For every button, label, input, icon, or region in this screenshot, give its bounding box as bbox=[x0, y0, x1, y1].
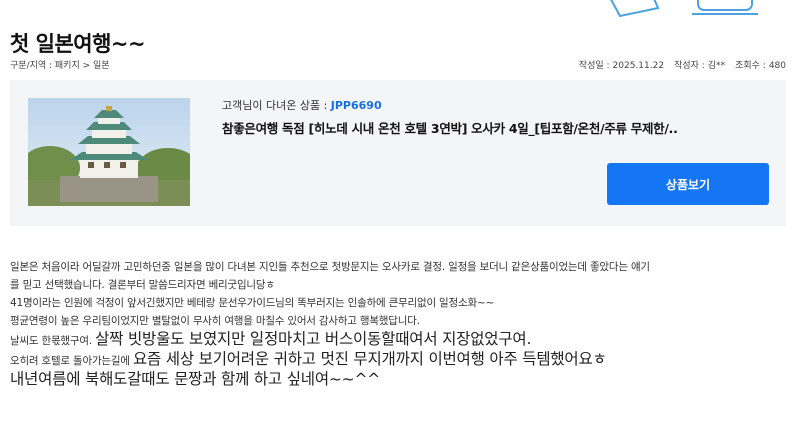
post-author: 작성자 : 김** bbox=[674, 61, 726, 71]
post-stats: 작성일 :2025.11.22 작성자 : 김** 조회수 :480 bbox=[579, 58, 786, 71]
product-thumbnail[interactable] bbox=[28, 98, 190, 206]
review-line: 일본은 처음이라 어딜갈까 고민하던중 일본을 많이 다녀본 지인들 추천으로 … bbox=[10, 261, 650, 273]
product-card: 고객님이 다녀온 상품 : JPP6690 참좋은여행 독점 [히노데 시내 온… bbox=[10, 80, 786, 226]
review-line: 내년여름에 북해도갈때도 문짱과 함께 하고 싶네여~~^^ bbox=[10, 370, 381, 388]
view-product-button[interactable]: 상품보기 bbox=[607, 163, 769, 205]
review-line: 오히려 호텔로 돌아가는길에 요즘 세상 보기어려운 귀하고 멋진 무지개까지 … bbox=[10, 350, 607, 368]
review-line: 를 믿고 선택했습니다. 결론부터 말씀드리자면 베리굿입니당ㅎ bbox=[10, 279, 275, 291]
product-code-label: 고객님이 다녀온 상품 : bbox=[222, 99, 328, 112]
product-code-line: 고객님이 다녀온 상품 : JPP6690 bbox=[222, 97, 382, 113]
post-meta: 구분/지역 : 패키지 > 일본 작성일 :2025.11.22 작성자 : 김*… bbox=[10, 58, 786, 72]
decorative-illustration bbox=[610, 0, 758, 18]
product-code: JPP6690 bbox=[330, 99, 382, 112]
castle-image bbox=[28, 98, 190, 206]
page-title: 첫 일본여행~~ bbox=[10, 32, 146, 57]
review-line: 41명이라는 인원에 걱정이 앞서긴했지만 베테랑 문선우가이드님의 똑부러지는… bbox=[10, 297, 495, 309]
breadcrumb: 구분/지역 : 패키지 > 일본 bbox=[10, 61, 110, 71]
post-views: 조회수 :480 bbox=[735, 61, 786, 71]
review-line: 날씨도 한몫했구여. 살짝 빗방울도 보였지만 일정마치고 버스이동할때여서 지… bbox=[10, 330, 532, 348]
post-date: 작성일 :2025.11.22 bbox=[578, 61, 665, 71]
review-body: 일본은 처음이라 어딜갈까 고민하던중 일본을 많이 다녀본 지인들 추천으로 … bbox=[10, 258, 792, 390]
product-name[interactable]: 참좋은여행 독점 [히노데 시내 온천 호텔 3연박] 오사카 4일_[팁포함/… bbox=[222, 118, 678, 137]
review-line: 평균연령이 높은 우리팀이었지만 별탈없이 무사히 여행을 마칠수 있어서 감사… bbox=[10, 315, 420, 327]
